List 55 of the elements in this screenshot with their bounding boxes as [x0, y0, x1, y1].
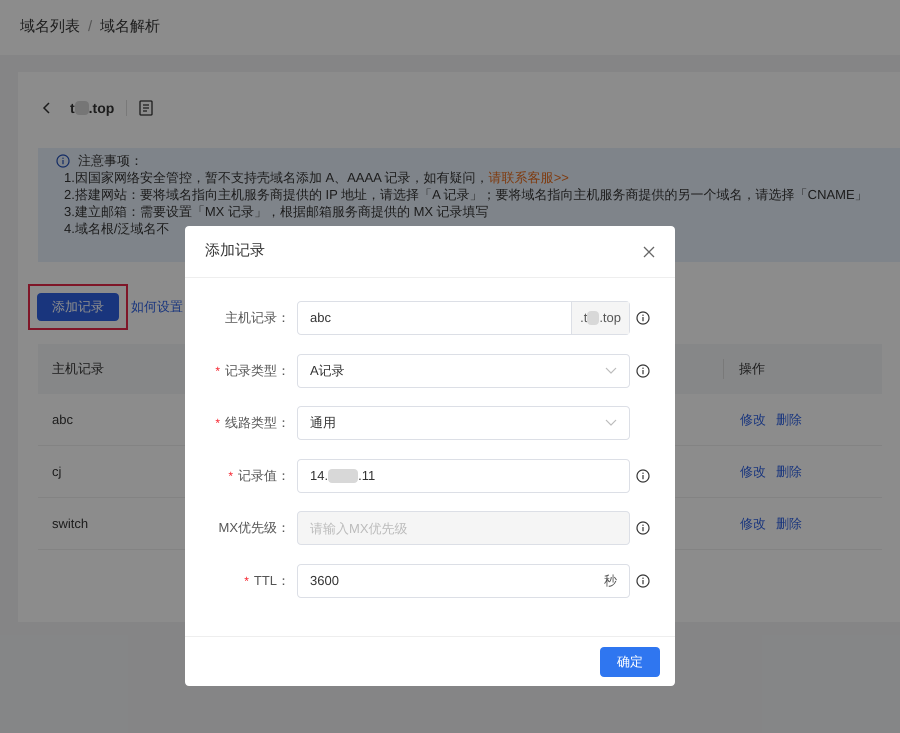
notice-title: 注意事项： — [78, 152, 143, 169]
notice-text: 4.域名根/泛域名不 — [64, 221, 170, 236]
info-icon — [636, 574, 650, 588]
info-icon — [56, 154, 70, 168]
info-icon — [636, 364, 650, 378]
help-link[interactable]: 如何设置 — [131, 297, 183, 317]
field-label: 记录值： — [238, 466, 290, 485]
notice-text: 2.搭建网站：要将域名指向主机服务商提供的 IP 地址，请选择「A 记录」；要将域名指向主机服务商提供的另一个域名，请选择「CNAME」 — [64, 187, 868, 202]
field-label: MX优先级： — [218, 519, 290, 538]
required-mark: * — [215, 415, 220, 432]
breadcrumb-item[interactable]: 域名解析 — [100, 16, 160, 39]
notice-text: 3.建立邮箱：需要设置「MX 记录」，根据邮箱服务商提供的 MX 记录填写 — [64, 204, 489, 219]
required-mark: * — [215, 362, 220, 380]
info-icon — [636, 311, 650, 325]
domain-name: t — [70, 98, 75, 118]
action-link[interactable]: 删除 — [776, 514, 802, 534]
field-label: 主机记录： — [225, 309, 290, 328]
table-cell-text: cj — [51, 462, 62, 481]
redaction-blur — [587, 311, 600, 325]
domain-addon: .t .top — [571, 302, 629, 334]
redaction-blur — [328, 468, 358, 482]
breadcrumb-item[interactable]: 域名列表 — [20, 16, 80, 39]
close-icon[interactable] — [643, 246, 655, 258]
select-field[interactable]: A记录 — [297, 354, 630, 388]
table-cell-text: switch — [51, 514, 88, 533]
select-field[interactable]: 通用 — [297, 406, 630, 440]
required-mark: * — [244, 572, 249, 590]
action-link[interactable]: 删除 — [776, 462, 802, 482]
document-icon[interactable] — [139, 100, 154, 116]
unit-label: 秒 — [604, 572, 617, 590]
contact-link[interactable]: 请联系客服>> — [488, 170, 569, 185]
field-label: 线路类型： — [225, 414, 290, 432]
dialog-title: 添加记录 — [205, 241, 265, 262]
chevron-down-icon — [605, 419, 617, 427]
input-field[interactable]: abc .t .top — [297, 301, 630, 335]
action-link[interactable]: 删除 — [776, 410, 802, 430]
chevron-down-icon — [605, 366, 617, 374]
required-mark: * — [228, 468, 233, 484]
action-link[interactable]: 修改 — [740, 514, 766, 534]
table-cell-text: abc — [51, 410, 73, 429]
column-header: 操作 — [738, 360, 766, 378]
input-field[interactable]: 14. .11 — [297, 458, 630, 492]
field-label: TTL： — [254, 572, 290, 590]
input-field[interactable]: 3600 秒 — [297, 564, 630, 598]
breadcrumb-separator: / — [88, 17, 92, 38]
domain-name: .top — [88, 98, 114, 118]
add-record-button[interactable]: 添加记录 — [37, 293, 119, 321]
notice-text: 1.因国家网络安全管控，暂不支持壳域名添加 A、AAAA 记录，如有疑问， — [64, 170, 489, 185]
column-header: 主机记录 — [51, 360, 104, 378]
action-link[interactable]: 修改 — [740, 462, 766, 482]
info-icon — [636, 521, 650, 535]
confirm-button[interactable]: 确定 — [600, 646, 660, 676]
field-label: 记录类型： — [225, 362, 290, 380]
action-link[interactable]: 修改 — [740, 410, 766, 430]
info-icon — [636, 468, 650, 482]
